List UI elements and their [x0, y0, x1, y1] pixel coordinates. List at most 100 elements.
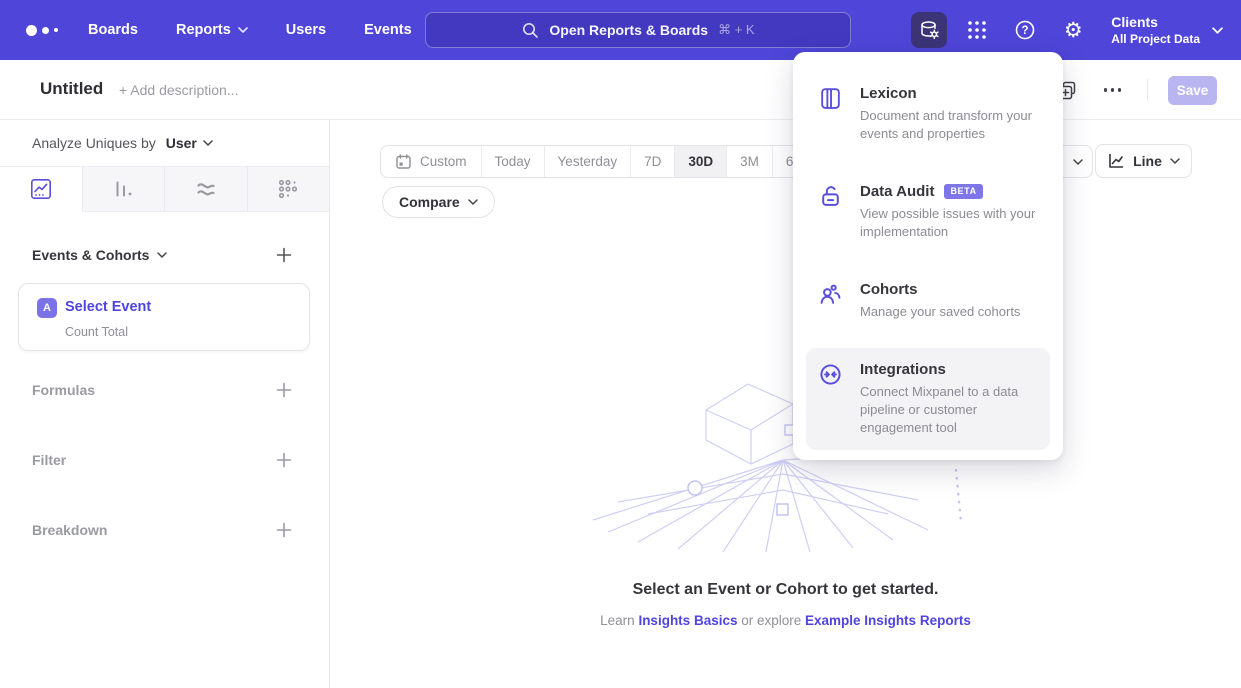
tab-bar-chart[interactable]: [82, 167, 165, 211]
select-event-label: Select Event: [65, 299, 151, 315]
flow-tab-icon: [195, 178, 217, 200]
calendar-icon: [395, 153, 412, 170]
nav-item-label: Users: [286, 22, 326, 38]
search-placeholder: Open Reports & Boards: [549, 22, 708, 38]
event-letter-badge: A: [37, 298, 57, 318]
formulas-label: Formulas: [32, 382, 95, 398]
add-breakdown-button[interactable]: [275, 521, 293, 539]
count-total-label: Count Total: [65, 325, 128, 339]
project-name: Clients: [1111, 14, 1200, 30]
report-title[interactable]: Untitled: [40, 79, 103, 99]
insights-basics-link[interactable]: Insights Basics: [638, 613, 737, 628]
breakdown-label: Breakdown: [32, 522, 107, 538]
nav-item-boards[interactable]: Boards: [88, 22, 138, 38]
date-range-7d[interactable]: 7D: [630, 146, 674, 177]
cohorts-users-icon: [818, 281, 844, 321]
project-scope: All Project Data: [1111, 32, 1200, 46]
events-cohorts-section-toggle[interactable]: Events & Cohorts: [32, 247, 167, 263]
menu-item-title: Data Audit: [860, 183, 934, 200]
date-range-label: Custom: [420, 154, 467, 169]
chevron-down-icon: [1170, 158, 1180, 164]
chevron-down-icon: [238, 27, 248, 33]
menu-item-lexicon[interactable]: Lexicon Document and transform your even…: [806, 72, 1050, 156]
svg-text:?: ?: [1022, 25, 1029, 37]
menu-item-description: Document and transform your events and p…: [860, 107, 1038, 143]
nav-item-label: Reports: [176, 22, 231, 38]
nav-item-label: Events: [364, 22, 412, 38]
empty-state-text: or explore: [737, 613, 805, 628]
search-input[interactable]: Open Reports & Boards ⌘ + K: [425, 12, 851, 48]
example-reports-link[interactable]: Example Insights Reports: [805, 613, 971, 628]
empty-state-subtitle: Learn Insights Basics or explore Example…: [330, 613, 1241, 628]
lexicon-book-icon: [818, 85, 844, 143]
chevron-down-icon: [203, 140, 213, 146]
menu-item-description: Manage your saved cohorts: [860, 303, 1020, 321]
help-icon: ?: [1014, 19, 1036, 41]
add-filter-button[interactable]: [275, 451, 293, 469]
data-audit-icon: [818, 183, 844, 241]
integrations-sync-icon: [818, 361, 844, 437]
menu-item-data-audit[interactable]: Data Audit BETA View possible issues wit…: [806, 170, 1050, 254]
bar-chart-tab-icon: [112, 178, 134, 200]
search-shortcut: ⌘ + K: [718, 22, 755, 38]
nav-item-users[interactable]: Users: [286, 22, 326, 38]
nav-item-reports[interactable]: Reports: [176, 22, 248, 38]
chart-type-tabs: [0, 166, 329, 212]
menu-item-title: Cohorts: [860, 281, 1020, 298]
tab-insights-line[interactable]: [0, 167, 82, 212]
menu-item-cohorts[interactable]: Cohorts Manage your saved cohorts: [806, 268, 1050, 334]
date-range-label: Today: [495, 154, 531, 169]
compare-dropdown[interactable]: Compare: [382, 186, 495, 218]
save-button[interactable]: Save: [1168, 76, 1217, 105]
compare-label: Compare: [399, 194, 460, 210]
date-range-label: 7D: [644, 154, 661, 169]
analyze-by-dropdown[interactable]: User: [166, 135, 213, 151]
add-formula-button[interactable]: [275, 381, 293, 399]
search-icon: [521, 21, 539, 39]
menu-item-description: View possible issues with your implement…: [860, 205, 1038, 241]
query-sidebar: Analyze Uniques by User: [0, 120, 330, 688]
project-selector[interactable]: Clients All Project Data: [1111, 14, 1223, 46]
date-range-label: 30D: [688, 154, 713, 169]
nav-item-events[interactable]: Events: [364, 22, 412, 38]
chevron-down-icon: [157, 252, 167, 258]
menu-item-integrations[interactable]: Integrations Connect Mixpanel to a data …: [806, 348, 1050, 450]
help-button[interactable]: ?: [1007, 12, 1043, 48]
chevron-down-icon: [1212, 27, 1223, 34]
date-range-30d[interactable]: 30D: [674, 146, 726, 177]
menu-item-title: Lexicon: [860, 85, 1038, 102]
database-gear-icon: [918, 19, 940, 41]
settings-button[interactable]: ⚙: [1055, 12, 1091, 48]
select-event-card[interactable]: A Select Event Count Total: [18, 283, 310, 351]
top-navigation: Boards Reports Users Events Open Reports…: [0, 0, 1241, 60]
analyze-value: User: [166, 135, 197, 151]
add-event-button[interactable]: [275, 246, 293, 264]
date-range-3m[interactable]: 3M: [726, 146, 772, 177]
date-range-yesterday[interactable]: Yesterday: [544, 146, 631, 177]
tab-retention-grid[interactable]: [247, 167, 330, 211]
nav-item-label: Boards: [88, 22, 138, 38]
dots-grid-tab-icon: [277, 178, 299, 200]
more-options-button[interactable]: [1098, 84, 1127, 96]
line-chart-icon: [1107, 152, 1125, 170]
tab-flow-chart[interactable]: [164, 167, 247, 211]
grid-icon: [966, 19, 988, 41]
chart-style-dropdown[interactable]: Line: [1095, 144, 1192, 178]
empty-state-title: Select an Event or Cohort to get started…: [330, 581, 1241, 599]
chevron-down-icon: [468, 199, 478, 205]
date-range-custom[interactable]: Custom: [381, 146, 481, 177]
chevron-down-icon: [1073, 159, 1083, 165]
date-range-more-button[interactable]: [1062, 146, 1092, 177]
apps-grid-button[interactable]: [959, 12, 995, 48]
mixpanel-logo[interactable]: [26, 25, 70, 36]
report-description-field[interactable]: + Add description...: [119, 82, 238, 98]
date-range-today[interactable]: Today: [481, 146, 544, 177]
chart-style-label: Line: [1133, 153, 1162, 169]
data-management-button[interactable]: [911, 12, 947, 48]
events-cohorts-label: Events & Cohorts: [32, 247, 149, 263]
beta-badge: BETA: [944, 184, 982, 199]
analyze-label: Analyze Uniques by: [32, 135, 156, 151]
filter-label: Filter: [32, 452, 66, 468]
menu-item-title: Integrations: [860, 361, 1038, 378]
date-range-label: 3M: [740, 154, 759, 169]
